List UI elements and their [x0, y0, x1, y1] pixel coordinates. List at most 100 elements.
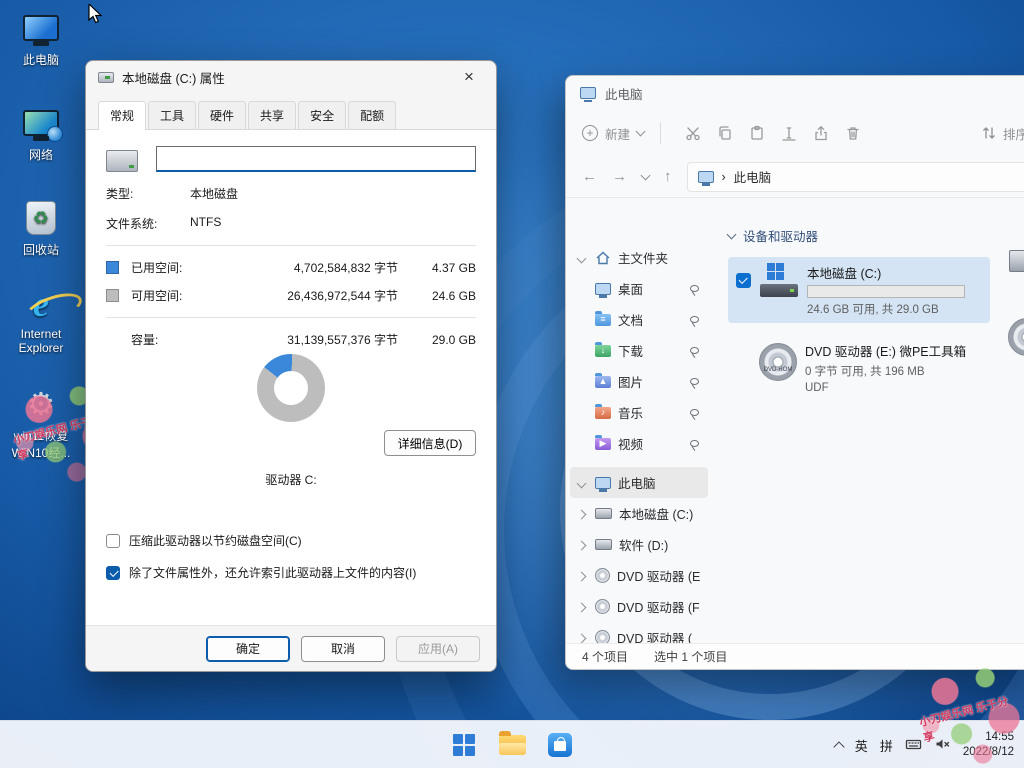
file-explorer-taskbar-button[interactable]	[492, 725, 532, 765]
tab-security[interactable]: 安全	[298, 101, 346, 129]
chevron-right-icon	[577, 602, 587, 612]
desktop-icon-internet-explorer[interactable]: e Internet Explorer	[2, 284, 80, 355]
chevron-down-icon	[727, 229, 737, 239]
sidebar-item-dvd-f[interactable]: DVD 驱动器 (F	[570, 591, 708, 622]
toolbar-separator	[660, 122, 661, 144]
desktop-icon-recycle-bin[interactable]: ♻ 回收站	[2, 198, 80, 258]
back-button[interactable]: ←	[582, 168, 597, 185]
dialog-titlebar[interactable]: 本地磁盘 (C:) 属性 ×	[86, 61, 496, 93]
sidebar-item-dvd-3[interactable]: DVD 驱动器 (	[570, 622, 708, 643]
store-taskbar-button[interactable]	[540, 725, 580, 765]
documents-folder-icon: ≡	[595, 314, 611, 326]
network-icon	[23, 110, 59, 136]
explorer-sidebar: 主文件夹 桌面 ≡ 文档 ↓ 下载 ▲	[566, 198, 712, 643]
breadcrumb-separator: ›	[722, 170, 726, 184]
sidebar-item-software-d[interactable]: 软件 (D:)	[570, 529, 708, 560]
up-button[interactable]: ↑	[664, 168, 672, 185]
copy-button[interactable]	[709, 118, 741, 148]
tab-quota[interactable]: 配额	[348, 101, 396, 129]
sort-button[interactable]: 排序	[981, 124, 1024, 143]
start-button[interactable]	[444, 725, 484, 765]
chevron-right-icon	[577, 509, 587, 519]
apply-button: 应用(A)	[396, 636, 480, 662]
volume-muted-icon[interactable]	[934, 736, 951, 755]
tab-hardware[interactable]: 硬件	[198, 101, 246, 129]
used-space-row: 已用空间: 4,702,584,832 字节 4.37 GB	[106, 259, 476, 276]
explorer-titlebar[interactable]: 此电脑	[566, 76, 1024, 110]
tray-date: 2022/8/12	[963, 745, 1014, 760]
free-space-row: 可用空间: 26,436,972,544 字节 24.6 GB	[106, 287, 476, 304]
address-bar[interactable]: › 此电脑	[687, 162, 1024, 192]
clock[interactable]: 14:55 2022/8/12	[963, 730, 1014, 760]
scissors-icon	[685, 125, 701, 141]
music-folder-icon: ♪	[595, 407, 611, 419]
volume-label-input[interactable]	[156, 146, 476, 172]
sidebar-item-dvd-e[interactable]: DVD 驱动器 (E	[570, 560, 708, 591]
chevron-right-icon	[577, 571, 587, 581]
sidebar-item-pictures[interactable]: ▲ 图片	[570, 366, 708, 397]
general-tab-page: 类型: 本地磁盘 文件系统: NTFS 已用空间: 4,702,584,832 …	[86, 129, 496, 625]
item-checkbox[interactable]	[736, 273, 751, 288]
touch-keyboard-icon[interactable]	[905, 736, 922, 755]
sidebar-item-home[interactable]: 主文件夹	[570, 242, 708, 273]
sidebar-item-local-disk-c[interactable]: 本地磁盘 (C:)	[570, 498, 708, 529]
paste-button[interactable]	[741, 118, 773, 148]
new-button[interactable]: + 新建	[582, 124, 644, 143]
share-button[interactable]	[805, 118, 837, 148]
usage-chart-area: 详细信息(D)	[106, 354, 476, 462]
explorer-toolbar: + 新建 排序	[566, 110, 1024, 156]
explorer-navbar: ← → ↑ › 此电脑	[566, 156, 1024, 198]
cancel-button[interactable]: 取消	[301, 636, 385, 662]
home-icon	[595, 250, 611, 266]
compress-option[interactable]: 压缩此驱动器以节约磁盘空间(C)	[106, 532, 476, 549]
compress-checkbox[interactable]	[106, 534, 120, 548]
sidebar-item-documents[interactable]: ≡ 文档	[570, 304, 708, 335]
sidebar-item-videos[interactable]: ▶ 视频	[570, 428, 708, 459]
drive-item-dvd-e[interactable]: DVD-ROM DVD 驱动器 (E:) 微PE工具箱 0 字节 可用, 共 1…	[728, 335, 990, 400]
drive-icon	[106, 150, 138, 172]
sort-button-label: 排序	[1003, 124, 1024, 143]
chevron-down-icon	[577, 253, 587, 263]
language-indicator[interactable]: 英	[855, 736, 868, 755]
dialog-tabs: 常规 工具 硬件 共享 安全 配额	[86, 93, 496, 129]
tray-overflow-chevron-icon[interactable]	[833, 741, 844, 752]
rename-button[interactable]	[773, 118, 805, 148]
cut-button[interactable]	[677, 118, 709, 148]
drive-icon	[98, 72, 114, 83]
desktop-icon-network[interactable]: 网络	[2, 103, 80, 163]
details-button[interactable]: 详细信息(D)	[384, 430, 476, 456]
paste-icon	[749, 125, 765, 141]
folder-icon	[499, 735, 526, 755]
tab-tools[interactable]: 工具	[148, 101, 196, 129]
this-pc-icon	[23, 15, 59, 41]
drive-item-local-disk-c[interactable]: 本地磁盘 (C:) 24.6 GB 可用, 共 29.0 GB	[728, 257, 990, 323]
sidebar-item-music[interactable]: ♪ 音乐	[570, 397, 708, 428]
recycle-bin-icon: ♻	[26, 201, 56, 235]
dvd-icon	[595, 599, 610, 614]
desktop-icon-label: 回收站	[2, 241, 80, 258]
desktop-icon-this-pc[interactable]: 此电脑	[2, 8, 80, 68]
copy-icon	[717, 125, 733, 141]
devices-and-drives-header[interactable]: 设备和驱动器	[728, 226, 1024, 245]
desktop-icon-win11-restore[interactable]: ⚙ win11恢复WIN10经...	[2, 384, 80, 461]
history-chevron-icon[interactable]	[641, 170, 651, 180]
sidebar-item-downloads[interactable]: ↓ 下载	[570, 335, 708, 366]
delete-button[interactable]	[837, 118, 869, 148]
store-icon	[548, 733, 572, 757]
drive-detail: 0 字节 可用, 共 196 MB	[805, 363, 966, 379]
pin-icon	[690, 347, 699, 354]
sidebar-item-this-pc[interactable]: 此电脑	[570, 467, 708, 498]
ime-indicator[interactable]: 拼	[880, 736, 893, 755]
dvd-icon	[595, 630, 610, 643]
breadcrumb-this-pc[interactable]: 此电脑	[734, 167, 772, 186]
forward-button[interactable]: →	[612, 168, 627, 185]
index-checkbox[interactable]	[106, 566, 120, 580]
tab-sharing[interactable]: 共享	[248, 101, 296, 129]
drive-caption: 驱动器 C:	[106, 471, 476, 488]
tab-general[interactable]: 常规	[98, 101, 146, 130]
index-option[interactable]: 除了文件属性外，还允许索引此驱动器上文件的内容(I)	[106, 564, 476, 581]
sort-icon	[981, 125, 997, 141]
close-button[interactable]: ×	[454, 65, 484, 89]
ok-button[interactable]: 确定	[206, 636, 290, 662]
sidebar-item-desktop[interactable]: 桌面	[570, 273, 708, 304]
